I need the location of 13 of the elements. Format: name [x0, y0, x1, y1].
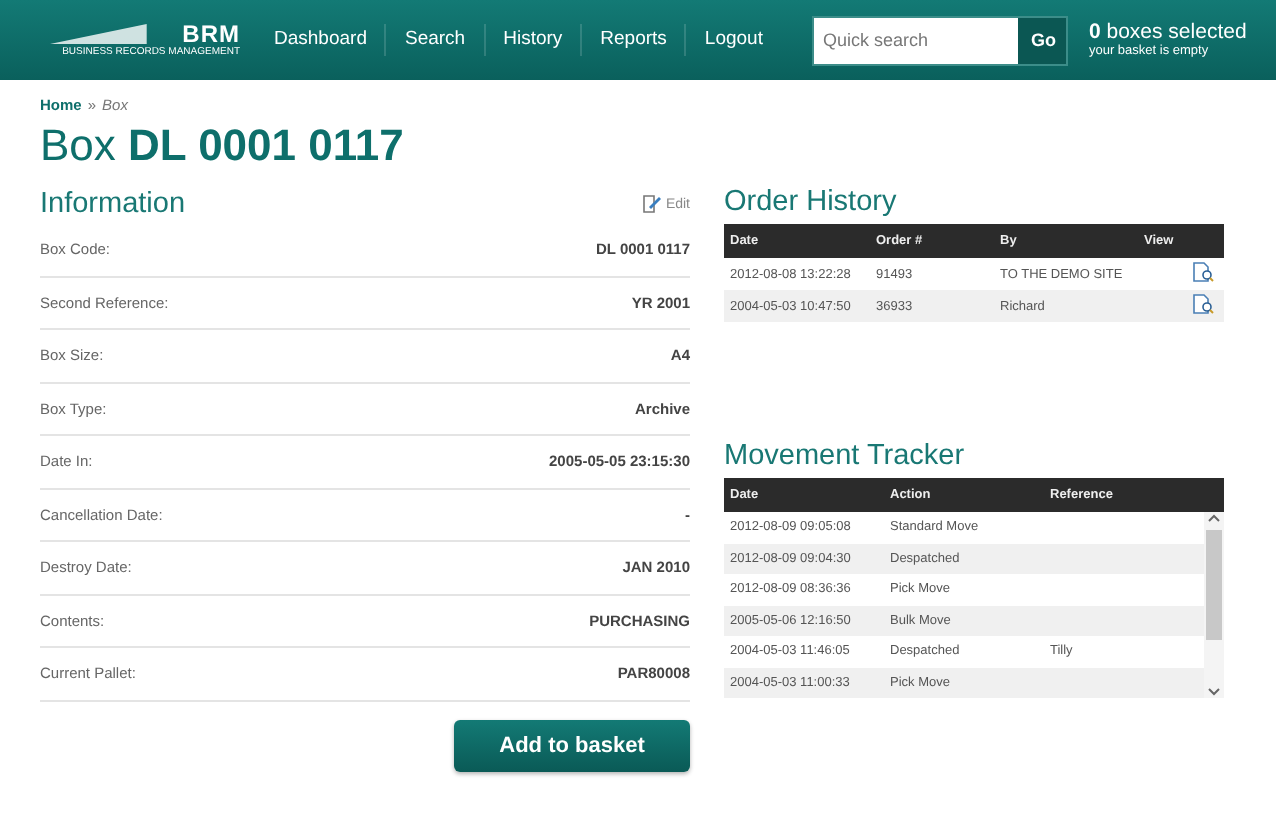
- nav-link[interactable]: History: [485, 24, 583, 56]
- section-heading: Movement Tracker: [724, 438, 967, 474]
- nav-link[interactable]: Reports: [582, 24, 687, 56]
- nav-link[interactable]: Dashboard: [256, 24, 387, 56]
- nav-link[interactable]: Logout: [686, 24, 781, 56]
- add-to-basket-button[interactable]: Add to basket: [454, 719, 690, 771]
- search-field[interactable]: Quick search Go: [812, 15, 1069, 65]
- basket-summary: 0 boxes selected: [1088, 22, 1247, 44]
- section-heading: Information: [40, 186, 186, 222]
- nav-link[interactable]: Search: [386, 24, 486, 56]
- page-title: Box DL 0001 0117: [40, 120, 406, 172]
- section-heading: Order History: [724, 184, 899, 220]
- go-button[interactable]: Go: [1018, 17, 1067, 63]
